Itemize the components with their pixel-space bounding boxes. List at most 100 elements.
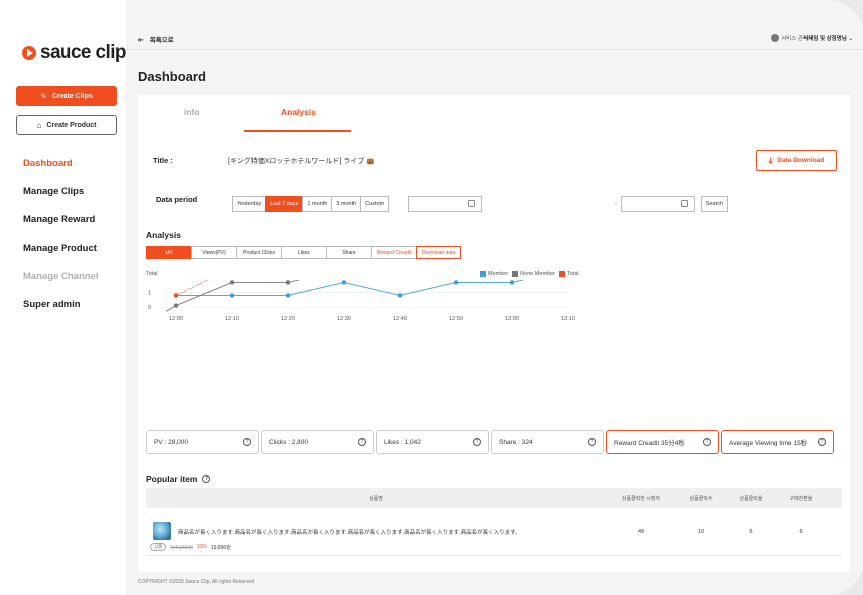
help-icon[interactable]: ? [473, 438, 481, 446]
x-tick-label: 12:50 [449, 316, 463, 322]
period-last-7-days[interactable]: Last 7 days [265, 196, 304, 212]
data-point [285, 280, 291, 285]
popular-table: 상품명 상품클릭한 시청자 상품클릭수 상품클릭율 구매전환율 商品名が長く入り… [146, 488, 842, 556]
help-icon[interactable]: ? [818, 438, 826, 446]
metric-tab-views[interactable]: Views(PV) [191, 246, 237, 259]
search-button[interactable]: Search [701, 196, 728, 212]
create-product-button[interactable]: ⌂ Create Product [16, 115, 117, 135]
x-tick-label: 12:20 [281, 316, 295, 322]
table-row[interactable]: 商品名が長く入ります.商品名が長く入ります.商品名が長く入ります.商品名が長く入… [146, 508, 842, 556]
chevron-down-icon: ⌄ [848, 36, 853, 42]
stat-label: Likes : [384, 438, 403, 446]
x-tick-label: 12:30 [337, 316, 351, 322]
help-icon[interactable]: ? [202, 475, 211, 483]
stat-value: 1,042 [404, 438, 421, 446]
stat-label: Average Viewing time [729, 440, 792, 447]
sidebar: sauce clip ✎ Create Clips ⌂ Create Produ… [0, 0, 126, 595]
y-tick-label: 0 [148, 305, 151, 311]
th-viewers: 상품클릭한 시청자 [621, 495, 661, 502]
stat-label: Share : [499, 438, 520, 446]
page-title: Dashboard [138, 69, 206, 84]
legend-swatch [559, 271, 566, 277]
data-point [229, 280, 235, 285]
sidebar-item-manage-channel: Manage Channel [23, 271, 99, 282]
help-icon[interactable]: ? [243, 438, 251, 446]
th-conversion: 구매전환율 [789, 495, 813, 502]
stat-value: 35分4秒 [660, 440, 685, 447]
stat-share: Share : 324 ? [491, 430, 604, 454]
tab-analysis[interactable]: Analysis [281, 107, 316, 117]
sidebar-item-manage-clips[interactable]: Manage Clips [23, 186, 84, 197]
product-badge: 상품 [150, 543, 167, 551]
product-price-info: 상품 649,000원 33% 19,890원 [150, 543, 231, 551]
sidebar-item-manage-product[interactable]: Manage Product [23, 243, 97, 254]
logo[interactable]: sauce clip [22, 42, 126, 64]
metric-tab-reward-credit[interactable]: Reward Creadit [371, 246, 417, 259]
line-chart: 0123456712:0012:1012:2012:3012:4012:5013… [148, 280, 575, 322]
product-thumbnail [150, 518, 174, 545]
x-tick-label: 12:00 [169, 316, 183, 322]
discount: 33% [196, 544, 207, 550]
user-label: 닉네임 및 상점명님 [803, 36, 847, 42]
data-point [285, 293, 291, 298]
stat-value: 324 [521, 438, 533, 446]
legend-swatch [480, 271, 486, 277]
metric-tab-product-clicks[interactable]: Product Clicks [236, 246, 282, 259]
calendar-icon [468, 200, 475, 207]
tab-info[interactable]: info [184, 107, 200, 117]
start-date-input[interactable] [408, 196, 482, 212]
analysis-card: info Analysis Title : [キング特価Xロッテホテルワールド]… [138, 95, 850, 572]
stat-clicks: Clicks : 2,800 ? [261, 430, 374, 454]
create-clips-label: Create Clips [51, 92, 93, 100]
legend-label: Total [567, 271, 579, 277]
metric-tab-share[interactable]: Share [326, 246, 372, 259]
x-tick-label: 12:40 [393, 316, 407, 322]
avatar-icon [771, 34, 780, 42]
bag-icon: ⌂ [36, 120, 42, 130]
data-download-button[interactable]: ⤓ Data Download [756, 150, 837, 171]
metric-tab-uv[interactable]: UV [146, 246, 192, 259]
stat-average-viewing-time: Average Viewing time 15秒 ? [721, 430, 834, 454]
tab-underline [244, 130, 351, 132]
period-custom[interactable]: Custom [360, 196, 390, 212]
y-tick-label: 1 [148, 291, 151, 297]
period-1-month[interactable]: 1 month [302, 196, 333, 212]
help-icon[interactable]: ? [588, 438, 596, 446]
sidebar-item-dashboard[interactable]: Dashboard [23, 158, 73, 169]
metric-tabs: UV Views(PV) Product Clicks Likes Share … [146, 246, 417, 259]
calendar-icon [681, 200, 688, 207]
end-date-input[interactable] [621, 196, 695, 212]
x-tick-label: 12:10 [225, 316, 239, 322]
user-menu[interactable]: 닉네임 및 상점명님 ⌄ [803, 34, 853, 42]
help-icon[interactable]: ? [703, 438, 711, 446]
data-download-label: Data Download [777, 157, 825, 164]
stat-value: 15秒 [793, 440, 808, 447]
topbar: ⇤ 목록으로 서비스 관리자 닉네임 및 상점명님 ⌄ [126, 0, 863, 50]
period-buttons: Yesterday Last 7 days 1 month 3 month Cu… [232, 196, 390, 212]
help-icon[interactable]: ? [358, 438, 366, 446]
logo-text: sauce clip [40, 42, 126, 63]
metric-tab-likes[interactable]: Likes [281, 246, 327, 259]
product-cell: 商品名が長く入ります.商品名が長く入ります.商品名が長く入ります.商品名が長く入… [146, 518, 606, 545]
period-yesterday[interactable]: Yesterday [232, 196, 267, 212]
sidebar-item-manage-reward[interactable]: Manage Reward [23, 214, 95, 225]
back-link[interactable]: ⇤ 목록으로 [138, 34, 174, 44]
sale-price: 19,890원 [210, 544, 231, 551]
create-clips-button[interactable]: ✎ Create Clips [16, 86, 117, 106]
sidebar-item-super-admin[interactable]: Super admin [23, 299, 81, 310]
create-product-label: Create Product [46, 121, 97, 129]
data-point [341, 280, 347, 285]
period-3-month[interactable]: 3 month [331, 196, 362, 212]
data-point [173, 303, 179, 308]
title-label: Title : [153, 156, 173, 165]
edit-icon: ✎ [40, 91, 47, 101]
th-ctr: 상품클릭율 [739, 495, 763, 502]
data-point [229, 293, 235, 298]
stat-label: Reward Creadit [614, 440, 660, 447]
cell-clicks: 10 [697, 528, 705, 535]
download-data-button[interactable]: Download data [416, 246, 461, 259]
popular-item-title: Popular item ? [146, 474, 211, 484]
chart-y-label: Total [146, 271, 158, 277]
legend-label: None Member [520, 271, 556, 277]
legend-none-member: None Member [512, 271, 555, 277]
